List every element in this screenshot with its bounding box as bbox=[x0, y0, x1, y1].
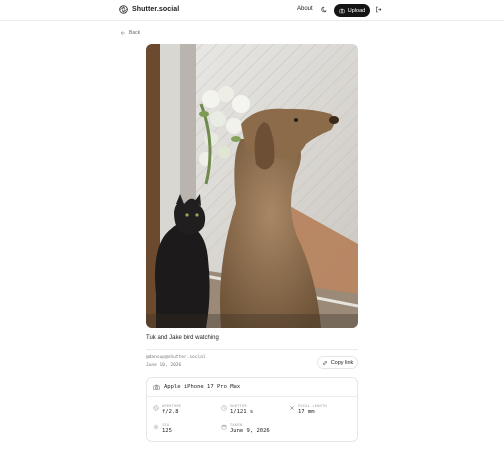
sign-out-icon[interactable] bbox=[375, 6, 382, 13]
camera-row: Apple iPhone 17 Pro Max bbox=[147, 378, 357, 397]
aperture-label: APERTURE bbox=[162, 404, 182, 408]
calendar-icon bbox=[221, 424, 227, 430]
arrow-left-icon bbox=[120, 31, 126, 35]
post-date: June 10, 2026 bbox=[146, 363, 182, 368]
back-label: Back bbox=[129, 30, 141, 36]
top-nav: Shutter.social About Upload bbox=[0, 0, 504, 21]
exif-shutter: SHUTTER 1/121 s bbox=[221, 404, 253, 415]
aperture-icon bbox=[153, 405, 159, 411]
exif-focal-length: FOCAL LENGTH 17 mm bbox=[289, 404, 327, 415]
iso-value: 125 bbox=[162, 428, 172, 434]
brand-name: Shutter.social bbox=[132, 6, 180, 13]
divider bbox=[146, 349, 358, 350]
post-photo[interactable] bbox=[146, 44, 358, 328]
focal-length-icon bbox=[289, 405, 295, 411]
taken-label: TAKEN bbox=[230, 423, 243, 427]
exif-aperture: APERTURE f/2.8 bbox=[153, 404, 181, 415]
upload-button[interactable]: Upload bbox=[334, 4, 370, 17]
iso-label: ISO bbox=[162, 423, 170, 427]
aperture-value: f/2.8 bbox=[162, 409, 179, 415]
taken-value: June 9, 2026 bbox=[230, 428, 270, 434]
shutter-value: 1/121 s bbox=[230, 409, 254, 415]
clock-icon bbox=[221, 405, 227, 411]
back-link[interactable]: Back bbox=[120, 30, 140, 36]
upload-label: Upload bbox=[347, 7, 366, 14]
camera-icon bbox=[339, 8, 345, 13]
moon-icon[interactable] bbox=[321, 6, 328, 13]
copy-link-label: Copy link bbox=[330, 359, 354, 366]
copy-link-button[interactable]: Copy link bbox=[317, 356, 358, 369]
photo-image bbox=[146, 44, 358, 328]
nav-about-link[interactable]: About bbox=[297, 6, 313, 12]
focal-length-label: FOCAL LENGTH bbox=[298, 404, 327, 408]
iso-icon bbox=[153, 424, 159, 430]
exif-card: Apple iPhone 17 Pro Max APERTURE f/2.8 S… bbox=[146, 377, 358, 442]
author-handle[interactable]: @dansup@shutter.social bbox=[146, 355, 206, 360]
camera-model: Apple iPhone 17 Pro Max bbox=[164, 384, 241, 390]
focal-length-value: 17 mm bbox=[298, 409, 315, 415]
brand-logo-link[interactable]: Shutter.social bbox=[119, 5, 179, 14]
photo-caption: Tuk and Jake bird watching bbox=[146, 335, 219, 341]
link-icon bbox=[322, 360, 327, 365]
camera-icon bbox=[153, 384, 160, 390]
exif-taken: TAKEN June 9, 2026 bbox=[221, 423, 270, 434]
shutter-label: SHUTTER bbox=[230, 404, 247, 408]
aperture-icon bbox=[119, 5, 128, 14]
exif-iso: ISO 125 bbox=[153, 423, 172, 434]
